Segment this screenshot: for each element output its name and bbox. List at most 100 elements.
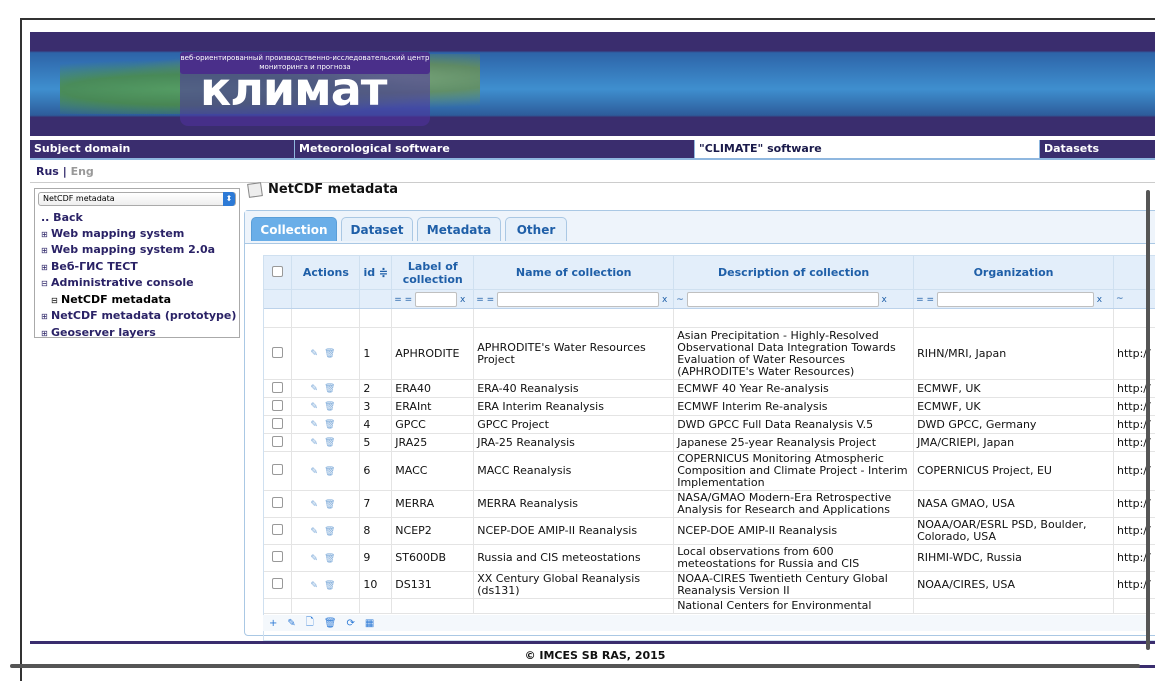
horizontal-scrollbar[interactable] xyxy=(10,664,1140,668)
sidebar-item[interactable]: ⊟Administrative console xyxy=(35,275,239,292)
cell-name-text: ERA Interim Reanalysis xyxy=(477,400,604,413)
collapse-icon[interactable]: ⊟ xyxy=(41,276,51,292)
sidebar-item[interactable]: ⊞Web mapping system xyxy=(35,226,239,243)
sidebar-item[interactable]: ⊞Geoserver layers xyxy=(35,325,239,342)
row-edit-icon[interactable]: ✎ xyxy=(310,349,324,359)
lang-eng-link[interactable]: Eng xyxy=(71,165,94,178)
table-row[interactable]: ✎🗑2ERA40ERA-40 ReanalysisECMWF 40 Year R… xyxy=(264,380,1155,398)
row-edit-icon[interactable]: ✎ xyxy=(310,420,324,430)
lang-rus-link[interactable]: Rus xyxy=(36,165,59,178)
table-row[interactable]: ✎🗑1APHRODITEAPHRODITE's Water Resources … xyxy=(264,328,1155,380)
row-delete-icon[interactable]: 🗑 xyxy=(324,527,341,537)
col-organization[interactable]: Organization xyxy=(914,256,1114,290)
delete-icon[interactable]: 🗑 xyxy=(324,618,337,629)
filter-name-select[interactable] xyxy=(497,292,659,307)
row-checkbox[interactable] xyxy=(272,524,283,535)
sidebar-item[interactable]: ⊞Веб-ГИС ТЕСТ xyxy=(35,259,239,276)
row-edit-icon[interactable]: ✎ xyxy=(310,402,324,412)
sidebar-item[interactable]: .. Back xyxy=(35,210,239,226)
row-checkbox[interactable] xyxy=(272,400,283,411)
table-row[interactable]: ✎🗑8NCEP2NCEP-DOE AMIP-II ReanalysisNCEP-… xyxy=(264,518,1155,545)
edit-icon[interactable]: ✎ xyxy=(287,618,295,629)
site-logo[interactable]: климат xyxy=(200,65,386,113)
row-delete-icon[interactable]: 🗑 xyxy=(324,402,341,412)
filter-op-like[interactable]: ~ xyxy=(676,295,684,305)
expand-icon[interactable]: ⊞ xyxy=(41,326,51,342)
table-row[interactable]: ✎🗑7MERRAMERRA ReanalysisNASA/GMAO Modern… xyxy=(264,491,1155,518)
tab-other[interactable]: Other xyxy=(505,217,567,241)
row-edit-icon[interactable]: ✎ xyxy=(310,500,324,510)
sidebar-item[interactable]: ⊞NetCDF metadata (prototype) xyxy=(35,308,239,325)
row-checkbox[interactable] xyxy=(272,578,283,589)
view-icon[interactable]: 🗋 xyxy=(306,615,314,632)
row-edit-icon[interactable]: ✎ xyxy=(310,384,324,394)
row-edit-icon[interactable]: ✎ xyxy=(310,438,324,448)
row-checkbox[interactable] xyxy=(272,497,283,508)
nav-climate-software[interactable]: "CLIMATE" software xyxy=(695,140,1040,158)
row-delete-icon[interactable]: 🗑 xyxy=(324,500,341,510)
expand-icon[interactable]: ⊞ xyxy=(41,260,51,276)
row-edit-icon[interactable]: ✎ xyxy=(310,554,324,564)
row-delete-icon[interactable]: 🗑 xyxy=(324,581,341,591)
row-checkbox[interactable] xyxy=(272,382,283,393)
cell-description: NCEP-DOE AMIP-II Reanalysis xyxy=(674,518,914,545)
row-checkbox[interactable] xyxy=(272,464,283,475)
col-description[interactable]: Description of collection xyxy=(674,256,914,290)
row-delete-icon[interactable]: 🗑 xyxy=(324,349,341,359)
table-row[interactable]: ✎🗑10DS131XX Century Global Reanalysis (d… xyxy=(264,572,1155,599)
col-name[interactable]: Name of collection xyxy=(474,256,674,290)
row-checkbox[interactable] xyxy=(272,436,283,447)
filter-clear-x[interactable]: x xyxy=(1097,295,1102,305)
filter-clear-x[interactable]: x xyxy=(882,295,887,305)
nav-subject-domain[interactable]: Subject domain xyxy=(30,140,295,158)
tab-dataset[interactable]: Dataset xyxy=(341,217,413,241)
row-delete-icon[interactable]: 🗑 xyxy=(324,384,341,394)
row-delete-icon[interactable]: 🗑 xyxy=(324,467,341,477)
filter-op-eq[interactable]: = = xyxy=(394,295,412,305)
nav-datasets[interactable]: Datasets xyxy=(1040,140,1155,158)
filter-op-eq[interactable]: = = xyxy=(476,295,494,305)
expand-icon[interactable]: ⊞ xyxy=(41,243,51,259)
cell-organization xyxy=(914,599,1114,614)
row-delete-icon[interactable]: 🗑 xyxy=(324,554,341,564)
vertical-scrollbar[interactable] xyxy=(1146,190,1150,650)
col-id[interactable]: id ≑ xyxy=(360,256,392,290)
select-arrow-icon[interactable]: ⬍ xyxy=(223,192,235,206)
filter-op-like[interactable]: ~ xyxy=(1116,294,1124,304)
collapse-icon[interactable]: ⊟ xyxy=(51,293,61,309)
row-delete-icon[interactable]: 🗑 xyxy=(324,420,341,430)
table-row[interactable]: ✎🗑9ST600DBRussia and CIS meteostationsLo… xyxy=(264,545,1155,572)
table-row[interactable]: National Centers for Environmental xyxy=(264,599,1155,614)
tab-collection[interactable]: Collection xyxy=(251,217,337,241)
filter-clear-x[interactable]: x xyxy=(460,295,465,305)
row-edit-icon[interactable]: ✎ xyxy=(310,467,324,477)
columns-icon[interactable]: ▦ xyxy=(365,618,374,629)
refresh-icon[interactable]: ⟳ xyxy=(347,618,355,629)
filter-organization-select[interactable] xyxy=(937,292,1094,307)
row-edit-icon[interactable]: ✎ xyxy=(310,527,324,537)
select-all-checkbox[interactable] xyxy=(272,266,283,277)
row-delete-icon[interactable]: 🗑 xyxy=(324,438,341,448)
filter-op-eq[interactable]: = = xyxy=(916,295,934,305)
col-label[interactable]: Label of collection xyxy=(392,256,474,290)
row-checkbox[interactable] xyxy=(272,551,283,562)
table-row[interactable]: ✎🗑6MACCMACC ReanalysisCOPERNICUS Monitor… xyxy=(264,452,1155,491)
sidebar-item[interactable]: ⊞Web mapping system 2.0a xyxy=(35,242,239,259)
filter-label-select[interactable] xyxy=(415,292,457,307)
table-row[interactable]: ✎🗑3ERAIntERA Interim ReanalysisECMWF Int… xyxy=(264,398,1155,416)
add-icon[interactable]: + xyxy=(269,618,277,629)
row-checkbox[interactable] xyxy=(272,347,283,358)
row-checkbox[interactable] xyxy=(272,418,283,429)
filter-clear-x[interactable]: x xyxy=(662,295,667,305)
cell-organization: COPERNICUS Project, EU xyxy=(914,452,1114,491)
table-row[interactable]: ✎🗑4GPCCGPCC ProjectDWD GPCC Full Data Re… xyxy=(264,416,1155,434)
table-row[interactable]: ✎🗑5JRA25JRA-25 ReanalysisJapanese 25-yea… xyxy=(264,434,1155,452)
expand-icon[interactable]: ⊞ xyxy=(41,309,51,325)
sidebar-item[interactable]: ⊟NetCDF metadata xyxy=(35,292,239,309)
nav-meteorological-software[interactable]: Meteorological software xyxy=(295,140,695,158)
expand-icon[interactable]: ⊞ xyxy=(41,227,51,243)
filter-description-input[interactable] xyxy=(687,292,879,307)
module-select[interactable]: NetCDF metadata ⬍ xyxy=(38,192,236,206)
tab-metadata[interactable]: Metadata xyxy=(417,217,501,241)
row-edit-icon[interactable]: ✎ xyxy=(310,581,324,591)
